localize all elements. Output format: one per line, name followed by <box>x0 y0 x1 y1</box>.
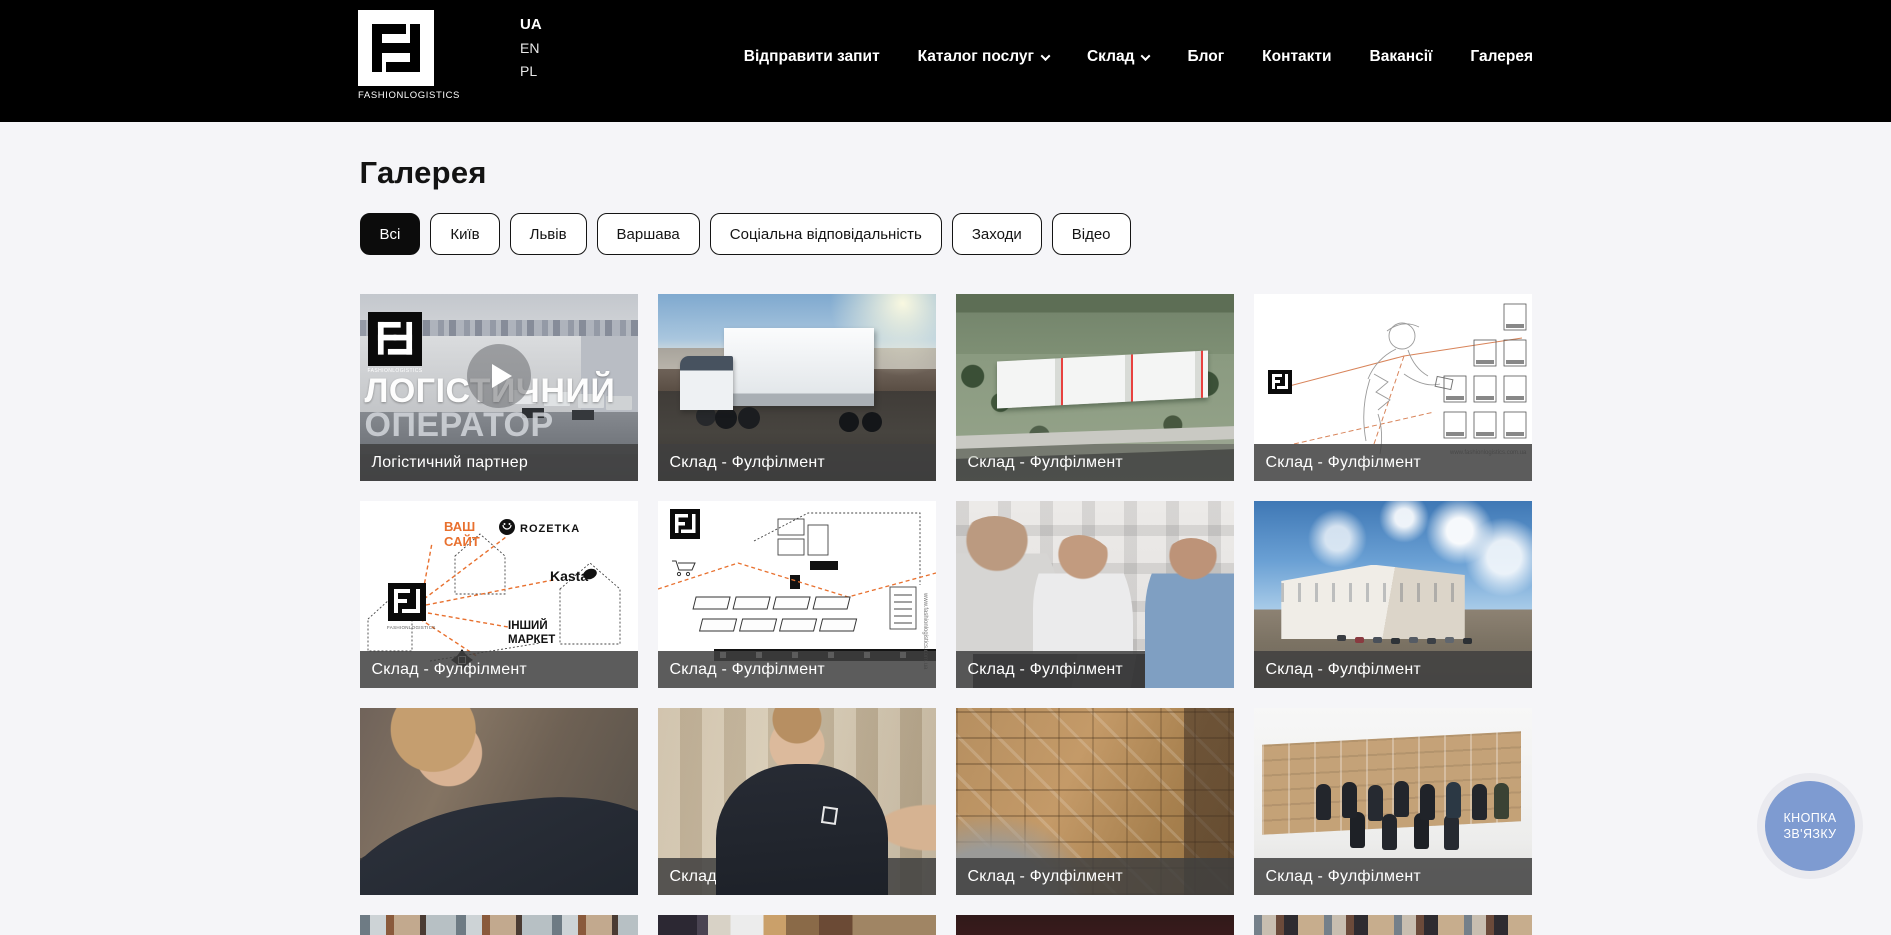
gallery-item-caption: Склад - Фулфілмент <box>658 858 936 895</box>
gallery-item-caption: Склад - Фулфілмент <box>360 858 638 895</box>
contact-floating-button[interactable]: КНОПКА ЗВ'ЯЗКУ <box>1757 773 1863 879</box>
filter-chip-lviv[interactable]: Львів <box>510 213 587 255</box>
header: FASHIONLOGISTICS UA EN PL Відправити зап… <box>0 0 1891 122</box>
svg-text:ІНШИЙ: ІНШИЙ <box>508 619 548 632</box>
svg-text:МАРКЕТ: МАРКЕТ <box>508 634 555 646</box>
filter-chip-all[interactable]: Всі <box>360 213 421 255</box>
nav-item-send-request[interactable]: Відправити запит <box>744 48 880 66</box>
lang-en[interactable]: EN <box>520 40 542 56</box>
gallery-item[interactable] <box>658 915 936 935</box>
gallery-item-caption: Склад - Фулфілмент <box>360 651 638 688</box>
gallery-item-caption: Склад - Фулфілмент <box>1254 444 1532 481</box>
fashionlogistics-logo[interactable]: FASHIONLOGISTICS <box>358 10 450 101</box>
gallery-item[interactable]: ВАШ САЙТ ROZETKA Kasta ІНШИЙ МАРКЕТ FASH… <box>360 501 638 688</box>
page-title: Галерея <box>360 155 1532 191</box>
gallery-item[interactable] <box>360 915 638 935</box>
nav-item-gallery[interactable]: Галерея <box>1470 48 1533 66</box>
svg-text:Kasta: Kasta <box>550 568 588 584</box>
gallery-item[interactable] <box>956 915 1234 935</box>
chevron-down-icon <box>1041 51 1051 61</box>
play-icon[interactable] <box>467 344 531 408</box>
gallery-item-caption: Склад - Фулфілмент <box>1254 858 1532 895</box>
gallery-item[interactable]: Склад - Фулфілмент <box>658 294 936 481</box>
logo-wordmark: FASHIONLOGISTICS <box>358 90 450 101</box>
nav-item-blog[interactable]: Блог <box>1187 48 1224 66</box>
filter-chip-video[interactable]: Відео <box>1052 213 1131 255</box>
gallery-grid: FASHIONLOGISTICS ЛОГІСТИЧНИЙ ОПЕРАТОР Ло… <box>360 294 1532 935</box>
svg-text:САЙТ: САЙТ <box>444 534 480 549</box>
logo-monogram-icon <box>358 10 434 86</box>
filter-bar: Всі Київ Львів Варшава Соціальна відпові… <box>360 213 1532 255</box>
filter-chip-kyiv[interactable]: Київ <box>430 213 499 255</box>
lang-ua[interactable]: UA <box>520 16 542 33</box>
main-nav: Відправити запит Каталог послуг Склад Бл… <box>542 0 1533 122</box>
gallery-item-caption: Склад - Фулфілмент <box>1254 651 1532 688</box>
gallery-item[interactable]: Склад - Фулфілмент <box>1254 501 1532 688</box>
nav-item-warehouse[interactable]: Склад <box>1087 48 1149 66</box>
gallery-item-caption: Склад - Фулфілмент <box>658 651 936 688</box>
gallery-item-caption: Логістичний партнер <box>360 444 638 481</box>
gallery-item[interactable] <box>1254 915 1532 935</box>
filter-chip-events[interactable]: Заходи <box>952 213 1042 255</box>
lang-pl[interactable]: PL <box>520 63 542 79</box>
gallery-item[interactable]: Склад - Фулфілмент <box>658 708 936 895</box>
gallery-item[interactable]: Склад - Фулфілмент <box>956 294 1234 481</box>
gallery-item-caption: Склад - Фулфілмент <box>956 651 1234 688</box>
chevron-down-icon <box>1141 51 1151 61</box>
svg-text:FASHIONLOGISTICS: FASHIONLOGISTICS <box>387 625 436 630</box>
gallery-item[interactable]: Склад - Фулфілмент <box>1254 708 1532 895</box>
nav-item-contacts[interactable]: Контакти <box>1262 48 1331 66</box>
language-switcher: UA EN PL <box>520 16 542 79</box>
gallery-item[interactable]: Склад - Фулфілмент <box>360 708 638 895</box>
gallery-item[interactable]: Склад - Фулфілмент <box>956 501 1234 688</box>
svg-text:ВАШ: ВАШ <box>444 519 475 534</box>
gallery-item-caption: Склад - Фулфілмент <box>658 444 936 481</box>
fashionlogistics-logo: FASHIONLOGISTICS <box>368 312 428 374</box>
filter-chip-social-responsibility[interactable]: Соціальна відповідальність <box>710 213 942 255</box>
filter-chip-warsaw[interactable]: Варшава <box>597 213 700 255</box>
gallery-item-video[interactable]: FASHIONLOGISTICS ЛОГІСТИЧНИЙ ОПЕРАТОР Ло… <box>360 294 638 481</box>
gallery-item[interactable]: Склад - Фулфілмент <box>956 708 1234 895</box>
gallery-item[interactable]: www.fashionlogistics.com.ua Склад - Фулф… <box>658 501 936 688</box>
gallery-item[interactable]: www.fashionlogistics.com.ua Склад - Фулф… <box>1254 294 1532 481</box>
nav-item-vacancies[interactable]: Вакансії <box>1370 48 1433 66</box>
nav-item-services[interactable]: Каталог послуг <box>918 48 1049 66</box>
gallery-item-caption: Склад - Фулфілмент <box>956 444 1234 481</box>
gallery-item-caption: Склад - Фулфілмент <box>956 858 1234 895</box>
polo-logo-art <box>820 806 837 825</box>
svg-text:ROZETKA: ROZETKA <box>520 523 580 535</box>
